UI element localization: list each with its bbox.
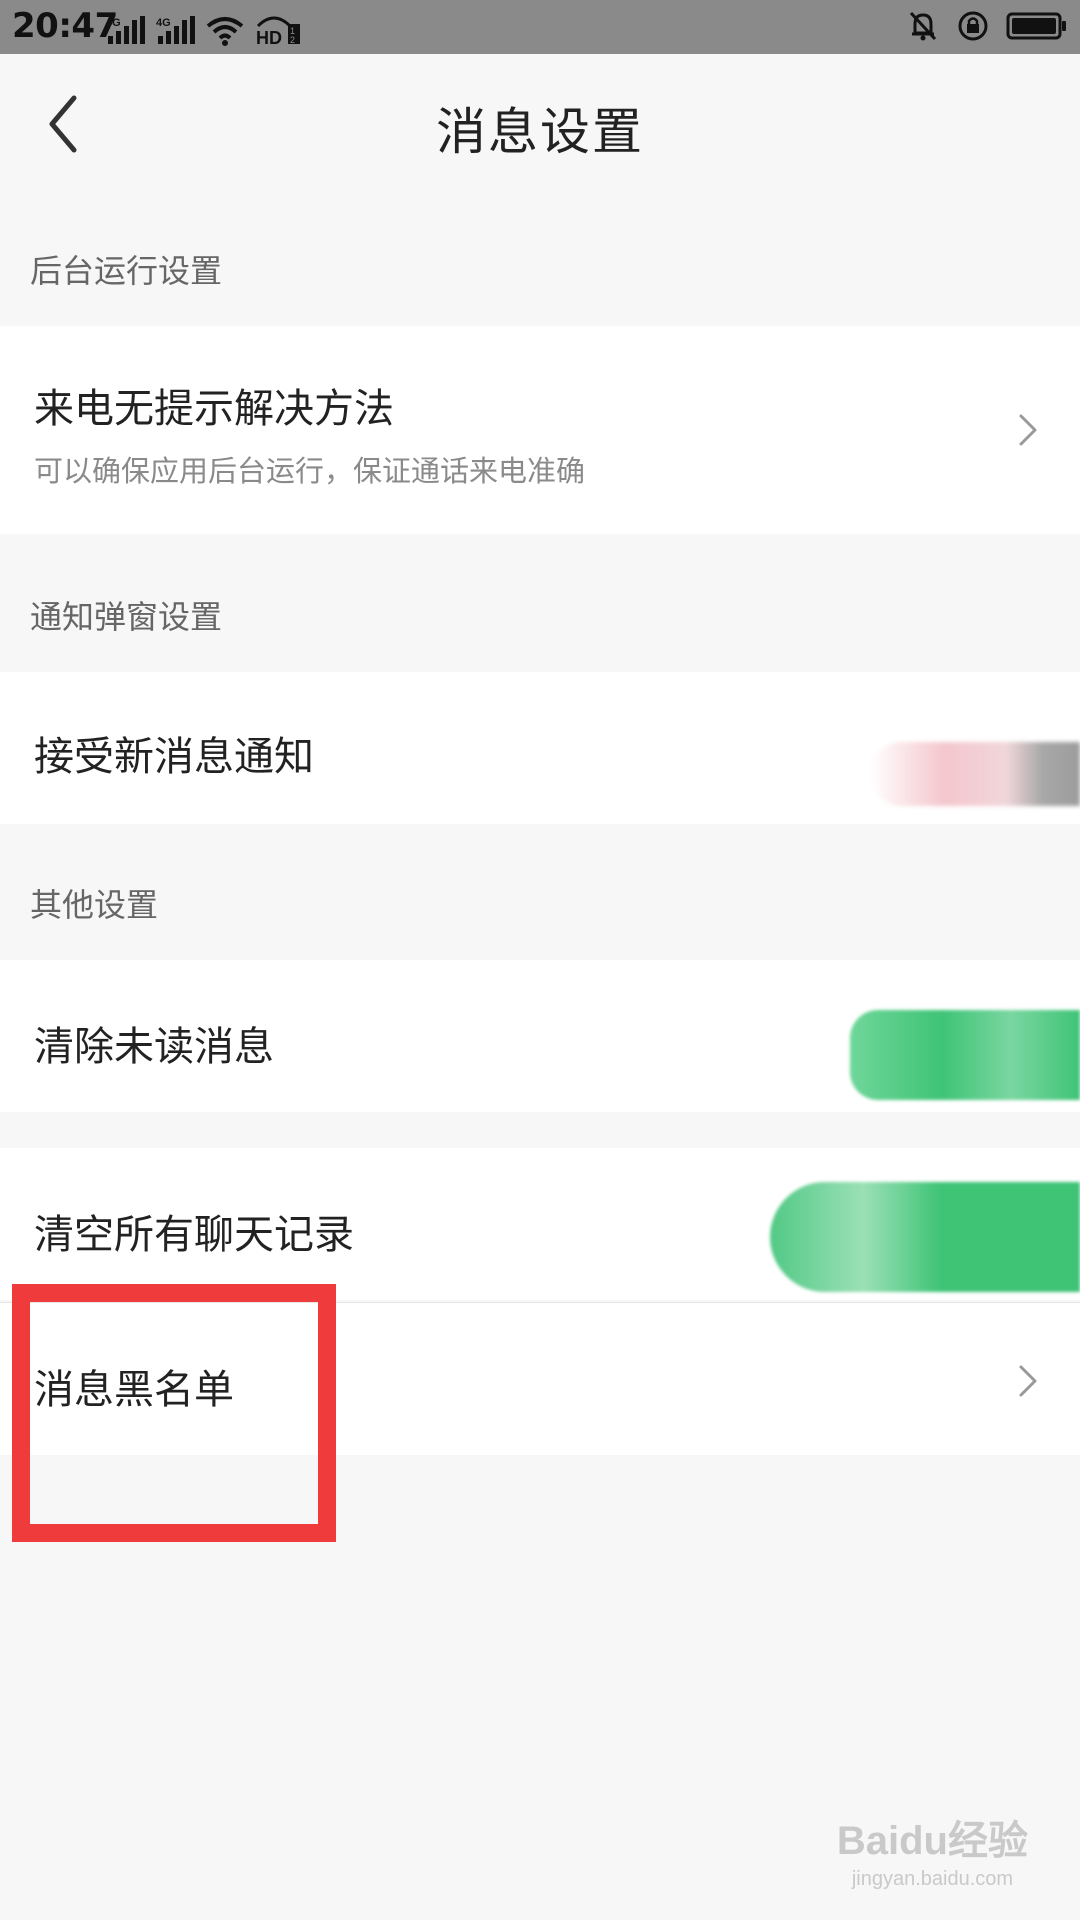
row-subtitle: 可以确保应用后台运行，保证通话来电准确 [34, 454, 586, 488]
svg-text:2: 2 [290, 35, 295, 45]
row-title: 清空所有聊天记录 [34, 1212, 354, 1258]
baidu-jingyan-watermark: Baidu经验 jingyan.baidu.com [837, 1808, 1028, 1891]
chevron-right-icon [1019, 1365, 1037, 1397]
svg-text:4G: 4G [106, 17, 121, 29]
svg-text:HD: HD [256, 28, 282, 46]
row-clear-unread[interactable]: 清除未读消息 [0, 960, 1080, 1112]
bell-muted-icon [909, 11, 937, 41]
section-header-notification: 通知弹窗设置 [30, 598, 223, 636]
rotation-lock-icon [958, 11, 988, 41]
status-time: 20:47 [12, 6, 118, 46]
hd-icon: HD 1 2 [256, 16, 300, 46]
row-title: 接受新消息通知 [34, 734, 314, 780]
watermark-url: jingyan.baidu.com [851, 1868, 1014, 1890]
chevron-right-icon [1019, 414, 1037, 446]
battery-icon [1006, 12, 1066, 40]
status-left-icons: 4G 4G HD 1 2 [106, 6, 302, 46]
status-right-icons [906, 6, 1068, 46]
row-new-message-notification[interactable]: 接受新消息通知 [0, 672, 1080, 824]
status-bar: 20:47 4G 4G HD 1 2 [0, 0, 1080, 54]
row-clear-chat-history[interactable]: 清空所有聊天记录 [0, 1148, 1080, 1300]
row-incoming-call-fix[interactable]: 来电无提示解决方法 可以确保应用后台运行，保证通话来电准确 [0, 326, 1080, 534]
clear-chat-history-button[interactable] [770, 1182, 1080, 1292]
section-header-other: 其他设置 [30, 886, 159, 924]
svg-text:4G: 4G [156, 17, 171, 29]
highlight-annotation-box [12, 1284, 336, 1542]
new-message-toggle[interactable] [870, 742, 1080, 806]
signal-4g-icon: 4G [156, 16, 195, 44]
title-bar: 消息设置 [0, 54, 1080, 194]
row-title: 来电无提示解决方法 [34, 386, 394, 432]
row-title: 清除未读消息 [34, 1024, 274, 1070]
clear-unread-button[interactable] [850, 1010, 1080, 1100]
section-header-background: 后台运行设置 [30, 252, 223, 290]
watermark-logo: Baidu经验 [836, 1819, 1028, 1863]
wifi-icon [206, 17, 244, 46]
signal-4g-icon: 4G [106, 16, 145, 44]
page-title: 消息设置 [436, 103, 644, 161]
